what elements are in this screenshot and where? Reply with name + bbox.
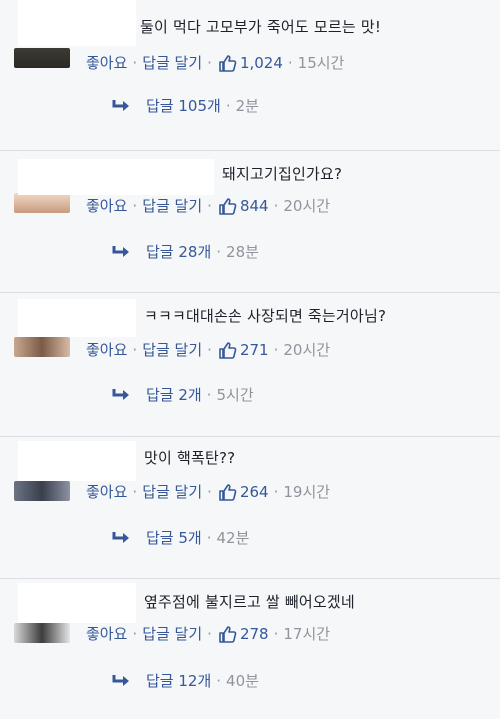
comment: 돼지고기집인가요? 좋아요 · 답글 달기 · 844 · 20시간 답글 28… bbox=[0, 150, 500, 292]
reply-arrow-icon bbox=[112, 99, 129, 111]
separator: · bbox=[207, 340, 212, 359]
separator: · bbox=[207, 53, 212, 72]
comment-text: 옆주점에 불지르고 쌀 빼어오겠네 bbox=[144, 593, 355, 611]
redacted-name bbox=[18, 159, 214, 195]
redacted-name bbox=[18, 0, 136, 46]
separator: · bbox=[216, 242, 222, 261]
separator: · bbox=[273, 196, 279, 215]
like-button[interactable]: 좋아요 bbox=[86, 623, 127, 644]
like-button[interactable]: 좋아요 bbox=[86, 339, 127, 360]
avatar[interactable] bbox=[14, 193, 70, 213]
avatar[interactable] bbox=[14, 623, 70, 643]
reply-count-link[interactable]: 답글 12개 bbox=[146, 670, 211, 691]
separator: · bbox=[287, 53, 293, 72]
reply-button[interactable]: 답글 달기 bbox=[142, 52, 202, 73]
thumbs-up-icon bbox=[219, 625, 237, 643]
comment-actions: 좋아요 · 답글 달기 · 278 · 17시간 bbox=[86, 623, 330, 644]
separator: · bbox=[225, 96, 231, 115]
reply-button[interactable]: 답글 달기 bbox=[142, 623, 202, 644]
separator: · bbox=[132, 53, 138, 72]
thumbs-up-icon bbox=[219, 483, 237, 501]
view-replies[interactable]: 답글 105개 · 2분 bbox=[112, 95, 259, 116]
reply-timestamp: 2분 bbox=[235, 97, 259, 115]
separator: · bbox=[273, 624, 279, 643]
separator: · bbox=[132, 196, 138, 215]
separator: · bbox=[216, 671, 222, 690]
reply-button[interactable]: 답글 달기 bbox=[142, 195, 202, 216]
comment: ㅋㅋㅋ대대손손 사장되면 죽는거아님? 좋아요 · 답글 달기 · 271 · … bbox=[0, 292, 500, 436]
comment-text: 맛이 핵폭탄?? bbox=[144, 449, 236, 467]
reply-timestamp: 5시간 bbox=[216, 386, 254, 404]
separator: · bbox=[132, 340, 138, 359]
view-replies[interactable]: 답글 2개 · 5시간 bbox=[112, 384, 254, 405]
comment-text: 돼지고기집인가요? bbox=[222, 165, 343, 183]
reply-timestamp: 40분 bbox=[226, 672, 259, 690]
reply-arrow-icon bbox=[112, 245, 129, 257]
separator: · bbox=[273, 340, 279, 359]
separator: · bbox=[206, 385, 212, 404]
like-count[interactable]: 271 bbox=[240, 341, 269, 359]
timestamp[interactable]: 17시간 bbox=[283, 623, 330, 644]
avatar[interactable] bbox=[14, 48, 70, 68]
reply-count-link[interactable]: 답글 2개 bbox=[146, 384, 202, 405]
thumbs-up-icon bbox=[219, 54, 237, 72]
comment-actions: 좋아요 · 답글 달기 · 1,024 · 15시간 bbox=[86, 52, 344, 73]
thumbs-up-icon bbox=[219, 197, 237, 215]
reply-arrow-icon bbox=[112, 388, 129, 400]
like-count[interactable]: 278 bbox=[240, 625, 269, 643]
like-button[interactable]: 좋아요 bbox=[86, 195, 127, 216]
separator: · bbox=[207, 482, 212, 501]
separator: · bbox=[132, 482, 138, 501]
comment-actions: 좋아요 · 답글 달기 · 844 · 20시간 bbox=[86, 195, 330, 216]
separator: · bbox=[273, 482, 279, 501]
view-replies[interactable]: 답글 12개 · 40분 bbox=[112, 670, 259, 691]
reply-button[interactable]: 답글 달기 bbox=[142, 481, 202, 502]
separator: · bbox=[206, 528, 212, 547]
like-button[interactable]: 좋아요 bbox=[86, 52, 127, 73]
comment-actions: 좋아요 · 답글 달기 · 271 · 20시간 bbox=[86, 339, 330, 360]
redacted-name bbox=[18, 441, 136, 481]
avatar[interactable] bbox=[14, 481, 70, 501]
timestamp[interactable]: 20시간 bbox=[283, 339, 330, 360]
timestamp[interactable]: 15시간 bbox=[298, 52, 345, 73]
comment: 둘이 먹다 고모부가 죽어도 모르는 맛! 좋아요 · 답글 달기 · 1,02… bbox=[0, 0, 500, 150]
redacted-name bbox=[18, 299, 136, 337]
comment-text: 둘이 먹다 고모부가 죽어도 모르는 맛! bbox=[140, 18, 382, 36]
reply-timestamp: 42분 bbox=[216, 529, 250, 547]
reply-button[interactable]: 답글 달기 bbox=[142, 339, 202, 360]
thumbs-up-icon bbox=[219, 341, 237, 359]
view-replies[interactable]: 답글 5개 · 42분 bbox=[112, 527, 249, 548]
avatar[interactable] bbox=[14, 337, 70, 357]
like-count[interactable]: 844 bbox=[240, 197, 269, 215]
separator: · bbox=[207, 196, 212, 215]
separator: · bbox=[132, 624, 138, 643]
reply-count-link[interactable]: 답글 105개 bbox=[146, 95, 221, 116]
like-count[interactable]: 1,024 bbox=[240, 54, 283, 72]
comment-text: ㅋㅋㅋ대대손손 사장되면 죽는거아님? bbox=[144, 307, 387, 325]
comment: 맛이 핵폭탄?? 좋아요 · 답글 달기 · 264 · 19시간 답글 5개 … bbox=[0, 436, 500, 578]
redacted-name bbox=[18, 583, 136, 623]
comment-actions: 좋아요 · 답글 달기 · 264 · 19시간 bbox=[86, 481, 330, 502]
reply-count-link[interactable]: 답글 28개 bbox=[146, 241, 211, 262]
reply-arrow-icon bbox=[112, 674, 129, 686]
view-replies[interactable]: 답글 28개 · 28분 bbox=[112, 241, 259, 262]
timestamp[interactable]: 19시간 bbox=[283, 481, 330, 502]
reply-timestamp: 28분 bbox=[226, 243, 259, 261]
reply-count-link[interactable]: 답글 5개 bbox=[146, 527, 202, 548]
like-button[interactable]: 좋아요 bbox=[86, 481, 127, 502]
timestamp[interactable]: 20시간 bbox=[283, 195, 330, 216]
reply-arrow-icon bbox=[112, 531, 129, 543]
like-count[interactable]: 264 bbox=[240, 483, 269, 501]
separator: · bbox=[207, 624, 212, 643]
comment: 옆주점에 불지르고 쌀 빼어오겠네 좋아요 · 답글 달기 · 278 · 17… bbox=[0, 578, 500, 719]
